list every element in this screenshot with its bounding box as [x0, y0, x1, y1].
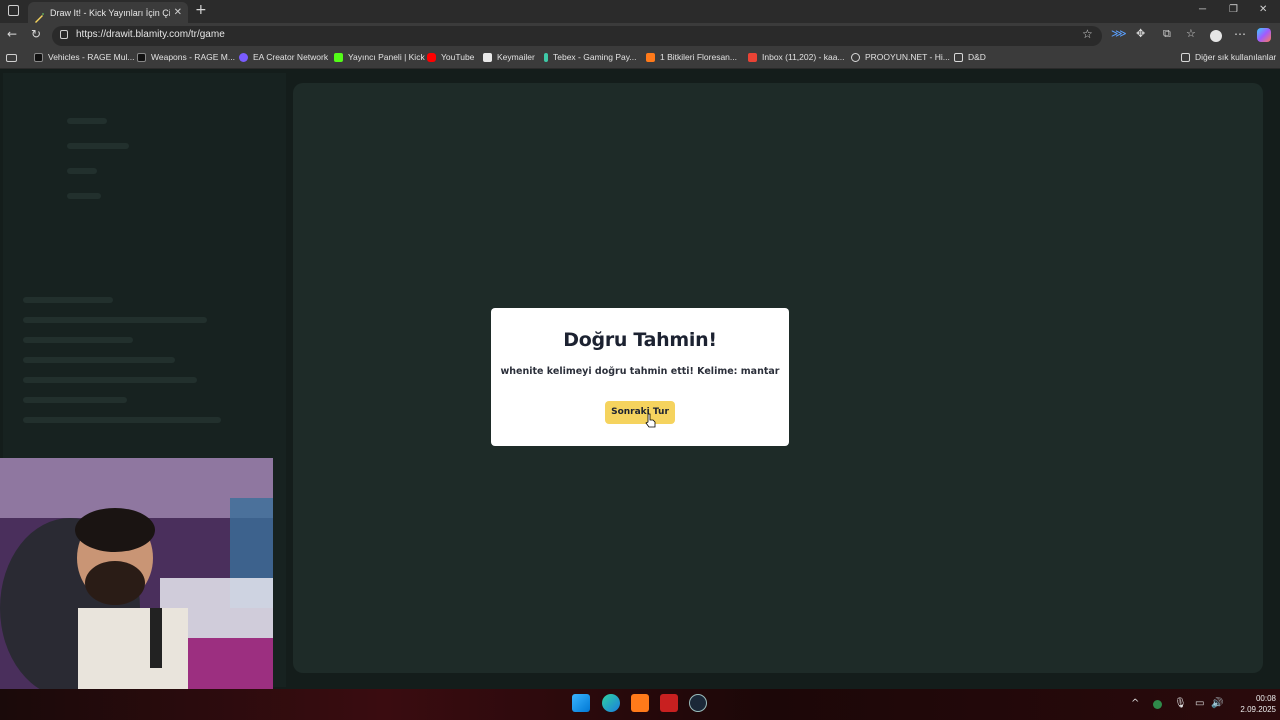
extensions-icon[interactable]: ✥	[1136, 27, 1145, 40]
browser-tab-active[interactable]: Draw It! - Kick Yayınları İçin Çizim ✕	[28, 2, 188, 23]
more-menu-icon[interactable]: ⋯	[1234, 27, 1246, 41]
chat-line	[23, 337, 133, 343]
split-screen-icon[interactable]: ⧉	[1163, 27, 1171, 41]
app-orange-icon[interactable]	[631, 694, 649, 712]
edge-browser-icon[interactable]	[602, 694, 620, 712]
back-icon[interactable]: ←	[7, 27, 17, 41]
bookmark-youtube[interactable]: YouTube	[427, 52, 474, 62]
modal-title: Doğru Tahmin!	[563, 329, 717, 351]
chat-line	[23, 297, 113, 303]
chat-line	[23, 317, 207, 323]
tebex-icon	[544, 52, 548, 62]
webcam-image	[0, 458, 273, 689]
keymailer-icon	[483, 52, 492, 62]
reload-icon[interactable]: ↻	[31, 27, 41, 41]
vpn-icon[interactable]	[1210, 30, 1222, 42]
tray-app-icon[interactable]	[1153, 700, 1162, 709]
bookmark-kick[interactable]: Yayıncı Paneli | Kick	[334, 52, 425, 62]
rage-icon	[137, 52, 146, 62]
chat-line	[23, 357, 175, 363]
microphone-icon[interactable]: 🎙	[1174, 698, 1187, 709]
chat-line	[23, 417, 221, 423]
youtube-icon	[427, 52, 436, 62]
bookmark-weapons[interactable]: Weapons - RAGE M...	[137, 52, 235, 62]
tab-close-icon[interactable]: ✕	[174, 7, 182, 18]
bookmark-vehicles[interactable]: Vehicles - RAGE Mul...	[34, 52, 134, 62]
volume-icon[interactable]: 🔊	[1211, 698, 1223, 709]
tab-title: Draw It! - Kick Yayınları İçin Çizim	[50, 7, 170, 18]
new-tab-icon[interactable]: +	[195, 2, 207, 18]
player-row	[67, 193, 101, 199]
correct-guess-modal: Doğru Tahmin! whenite kelimeyi doğru tah…	[491, 308, 789, 446]
other-bookmarks[interactable]: Diğer sık kullanılanlar	[1181, 52, 1276, 62]
minimize-icon[interactable]: ─	[1199, 4, 1206, 15]
read-aloud-icon[interactable]: ⋙	[1111, 27, 1127, 40]
bookmark-bitkileri[interactable]: 1 Bitkileri Floresan...	[646, 52, 737, 62]
rage-icon	[34, 52, 43, 62]
url-text[interactable]: https://drawit.blamity.com/tr/game	[76, 29, 225, 40]
ea-icon	[239, 52, 248, 62]
next-round-button[interactable]: Sonraki Tur	[605, 401, 675, 424]
player-row	[67, 118, 107, 124]
bookmark-inbox[interactable]: Inbox (11,202) - kaa...	[748, 52, 845, 62]
player-row	[67, 168, 97, 174]
folder-icon	[954, 52, 963, 62]
favorite-star-icon[interactable]: ☆	[1082, 27, 1093, 41]
modal-message: whenite kelimeyi doğru tahmin etti! Keli…	[500, 366, 780, 377]
bookmark-dnd[interactable]: D&D	[954, 52, 986, 62]
bookmarks-toggle-icon[interactable]	[6, 54, 17, 62]
favorites-icon[interactable]: ☆	[1186, 27, 1196, 40]
bookmark-ea-creator[interactable]: EA Creator Network	[239, 52, 328, 62]
folder-icon	[1181, 52, 1190, 62]
start-menu-icon[interactable]	[572, 694, 590, 712]
site-info-icon[interactable]	[60, 30, 68, 39]
browser-tab-bar: Draw It! - Kick Yayınları İçin Çizim ✕ +…	[0, 0, 1280, 23]
drawit-favicon-icon	[34, 8, 44, 23]
close-window-icon[interactable]: ✕	[1259, 4, 1267, 15]
steam-icon[interactable]	[689, 694, 707, 712]
chat-line	[23, 377, 197, 383]
tray-overflow-icon[interactable]: ^	[1131, 698, 1139, 709]
copilot-icon[interactable]	[1257, 28, 1271, 42]
system-clock[interactable]: 00:08 2.09.2025	[1228, 693, 1276, 715]
clock-time: 00:08	[1255, 694, 1276, 703]
player-row	[67, 143, 129, 149]
gmail-icon	[748, 52, 757, 62]
kick-icon	[334, 52, 343, 62]
chat-line	[23, 397, 127, 403]
streamer-webcam	[0, 458, 273, 689]
bookmark-keymailer[interactable]: Keymailer	[483, 52, 535, 62]
hand-cursor-icon	[645, 413, 656, 428]
clock-date: 2.09.2025	[1240, 705, 1276, 714]
globe-icon	[851, 52, 860, 62]
restore-icon[interactable]: ❐	[1229, 4, 1238, 15]
tab-actions-icon[interactable]	[8, 5, 19, 16]
bookmark-tebex[interactable]: Tebex - Gaming Pay...	[544, 52, 636, 62]
display-icon[interactable]: ▭	[1195, 698, 1204, 709]
bookmark-prooyun[interactable]: PROOYUN.NET - Hi...	[851, 52, 950, 62]
app-red-icon[interactable]	[660, 694, 678, 712]
bitki-icon	[646, 52, 655, 62]
